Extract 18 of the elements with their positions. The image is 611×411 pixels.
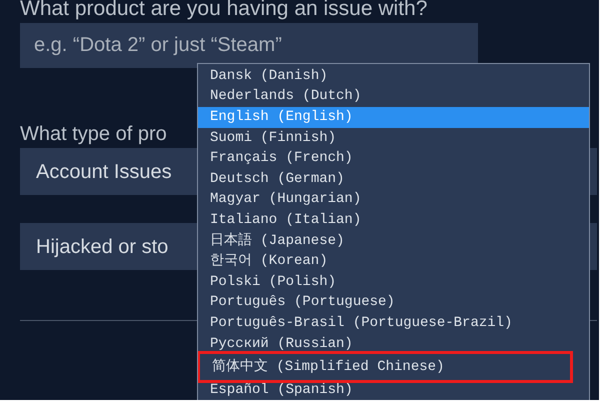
language-option[interactable]: Français (French) [198,148,589,169]
language-option[interactable]: Deutsch (German) [198,168,589,190]
language-option[interactable]: Português (Portuguese) [198,292,589,314]
question-label: What type of pro [20,122,167,146]
language-option[interactable]: Nederlands (Dutch) [198,86,589,108]
language-option[interactable]: Русский (Russian) [198,334,589,354]
language-option[interactable]: Italiano (Italian) [198,210,589,231]
question-label: What product are you having an issue with? [20,0,428,22]
language-option[interactable]: 简体中文 (Simplified Chinese) [200,354,570,380]
product-field[interactable]: e.g. “Dota 2” or just “Steam” [20,23,478,68]
language-option[interactable]: 한국어 (Korean) [198,251,589,272]
language-option[interactable]: Suomi (Finnish) [198,128,589,148]
language-option[interactable]: Magyar (Hungarian) [198,190,589,210]
language-option[interactable]: Español (Spanish) [198,380,589,400]
language-option[interactable]: 日本語 (Japanese) [198,230,589,252]
language-option[interactable]: Polski (Polish) [198,272,589,293]
language-option[interactable]: Dansk (Danish) [198,66,589,87]
language-option[interactable]: Português-Brasil (Portuguese-Brazil) [198,313,589,334]
